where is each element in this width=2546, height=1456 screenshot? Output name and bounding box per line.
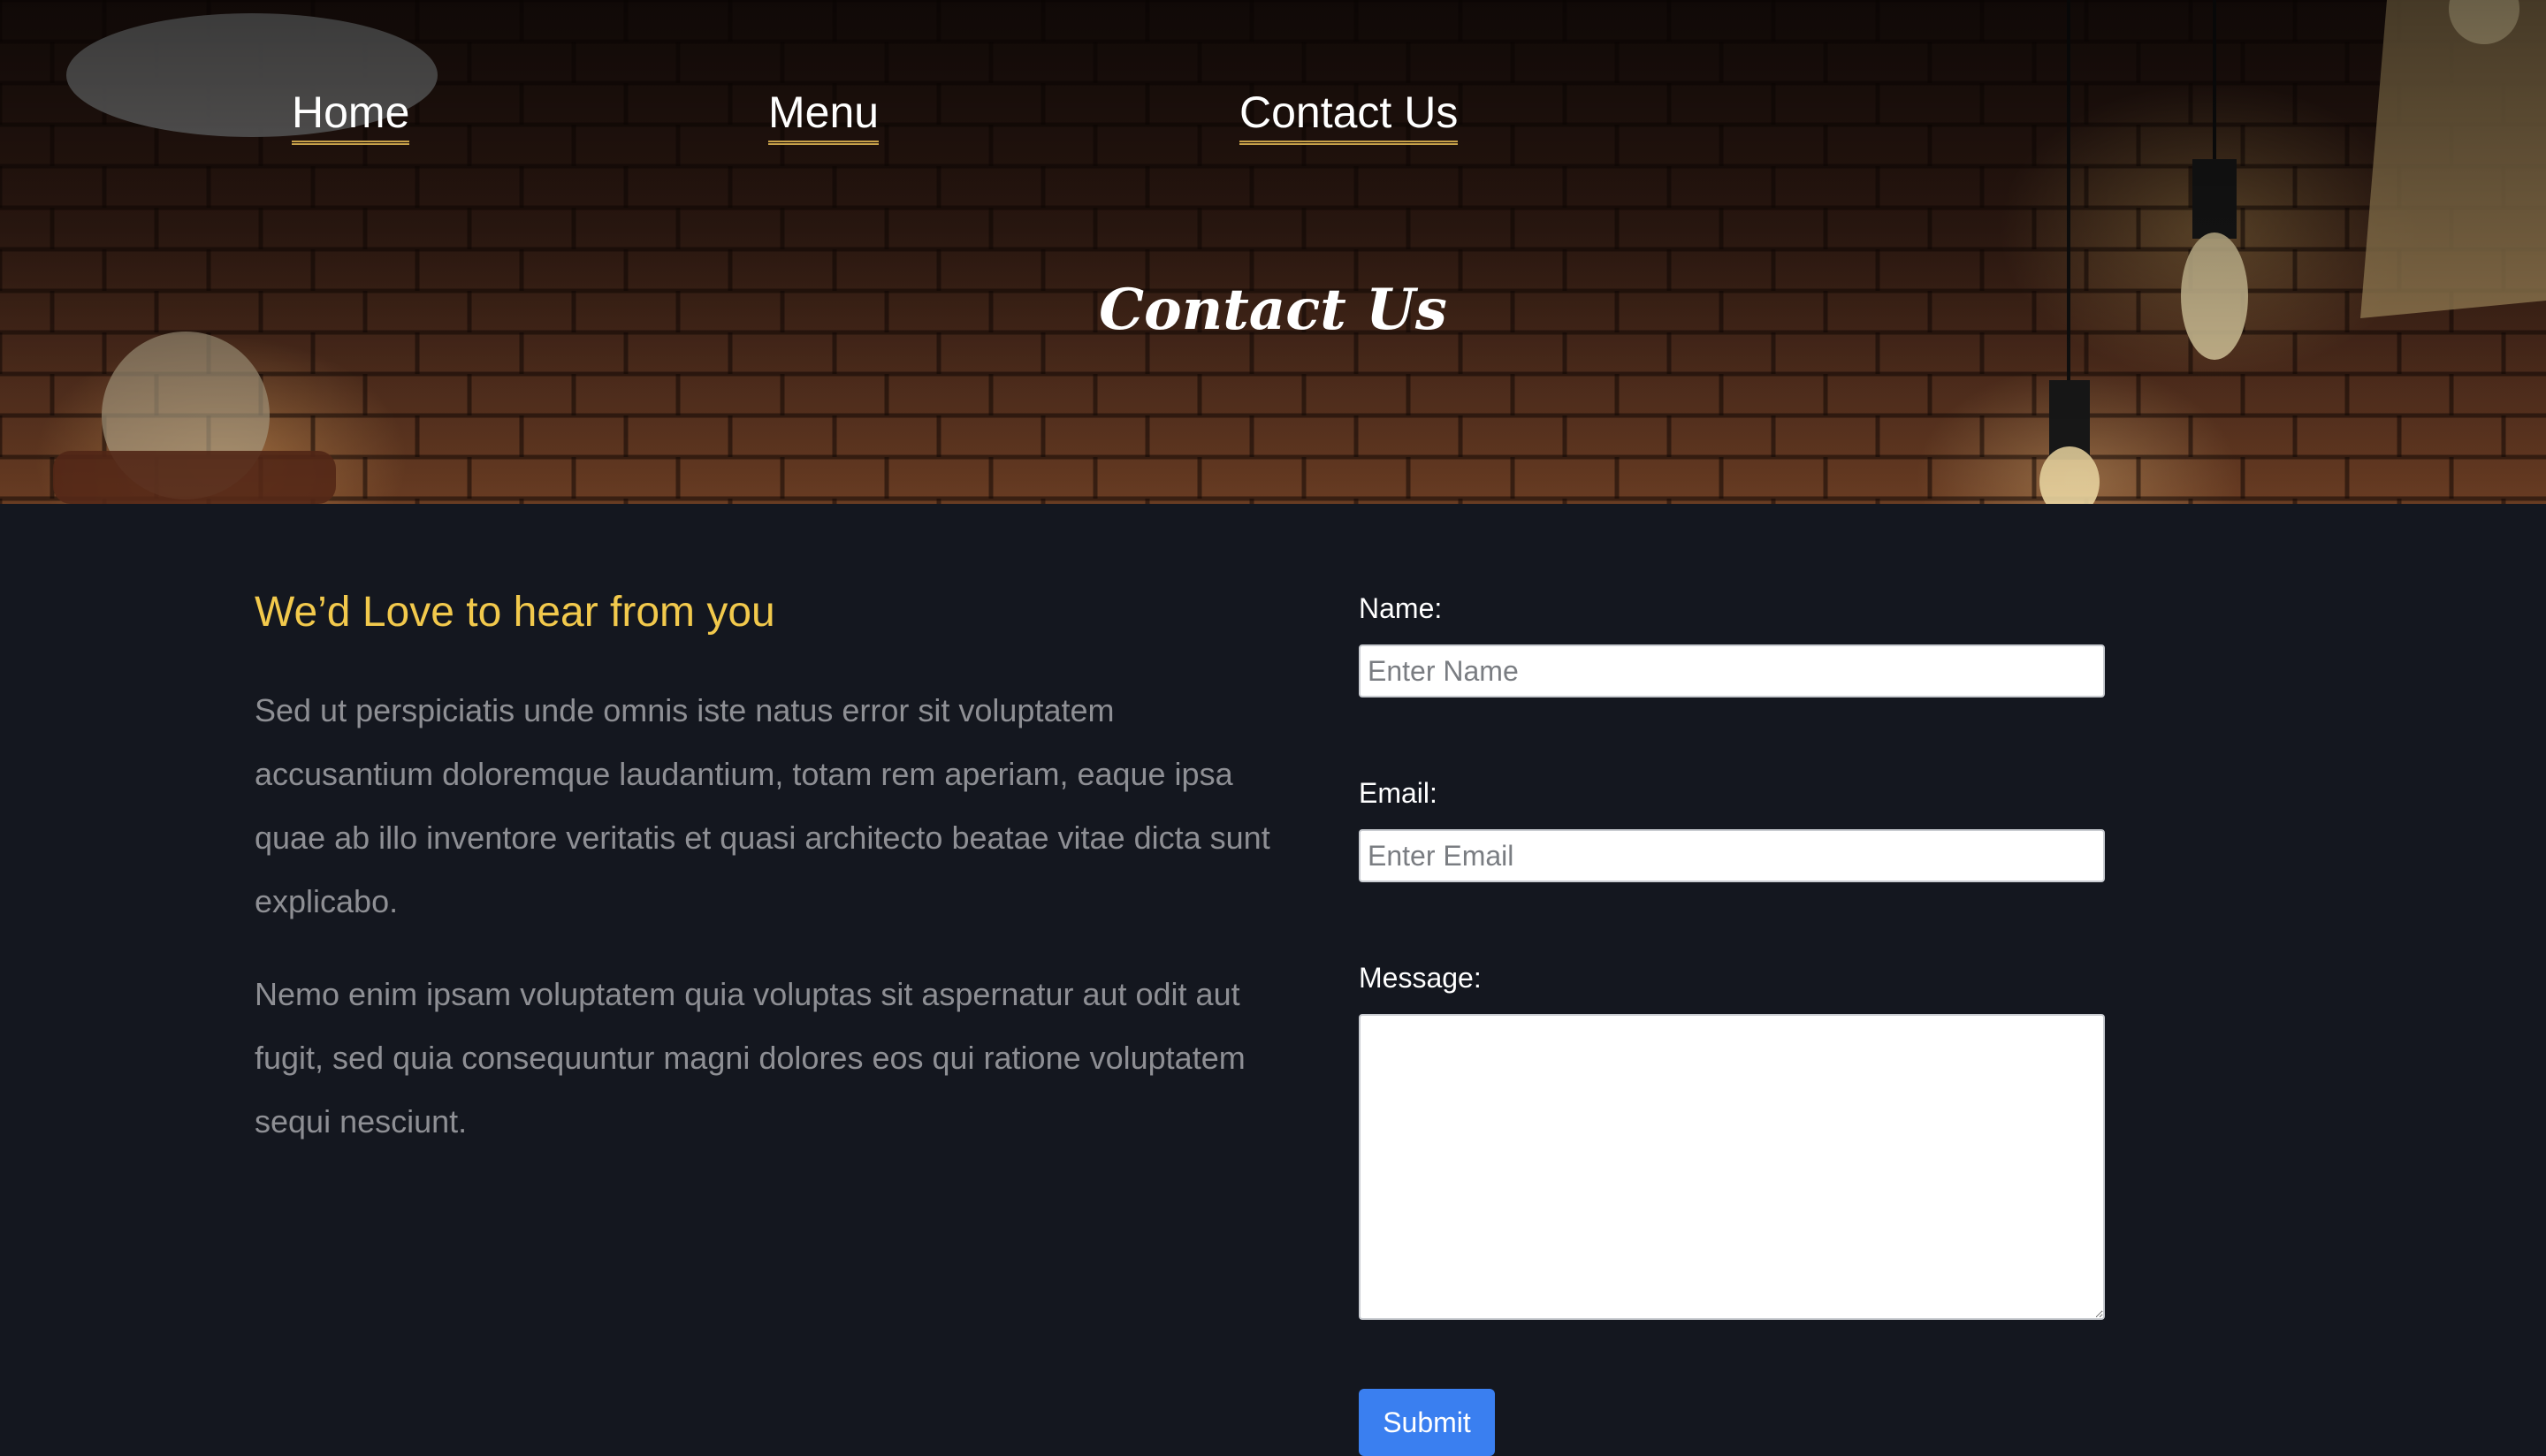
contact-section: We’d Love to hear from you Sed ut perspi… (0, 504, 2546, 1456)
name-input[interactable] (1359, 644, 2105, 698)
main-nav: Home Menu Contact Us (0, 88, 2546, 159)
nav-link-contact-us[interactable]: Contact Us (1239, 88, 1459, 145)
nav-link-menu[interactable]: Menu (768, 88, 880, 145)
message-label: Message: (1359, 962, 1482, 994)
message-field-group: Message: (1359, 962, 2105, 1320)
intro-column: We’d Love to hear from you Sed ut perspi… (255, 588, 1280, 1183)
contact-form: Name: Email: Message: Submit (1359, 592, 2105, 1456)
intro-paragraph-2: Nemo enim ipsam voluptatem quia voluptas… (255, 976, 1246, 1140)
email-label: Email: (1359, 777, 1437, 809)
message-textarea[interactable] (1359, 1014, 2105, 1320)
hero-banner: Home Menu Contact Us Contact Us (0, 0, 2546, 504)
name-label: Name: (1359, 592, 1443, 624)
intro-heading: We’d Love to hear from you (255, 589, 775, 636)
submit-button[interactable]: Submit (1359, 1389, 1495, 1456)
intro-paragraph-1: Sed ut perspiciatis unde omnis iste natu… (255, 692, 1270, 919)
page-title: Contact Us (1099, 277, 1447, 343)
email-field-group: Email: (1359, 777, 2105, 882)
nav-link-home[interactable]: Home (292, 88, 410, 145)
name-field-group: Name: (1359, 592, 2105, 698)
email-input[interactable] (1359, 829, 2105, 882)
